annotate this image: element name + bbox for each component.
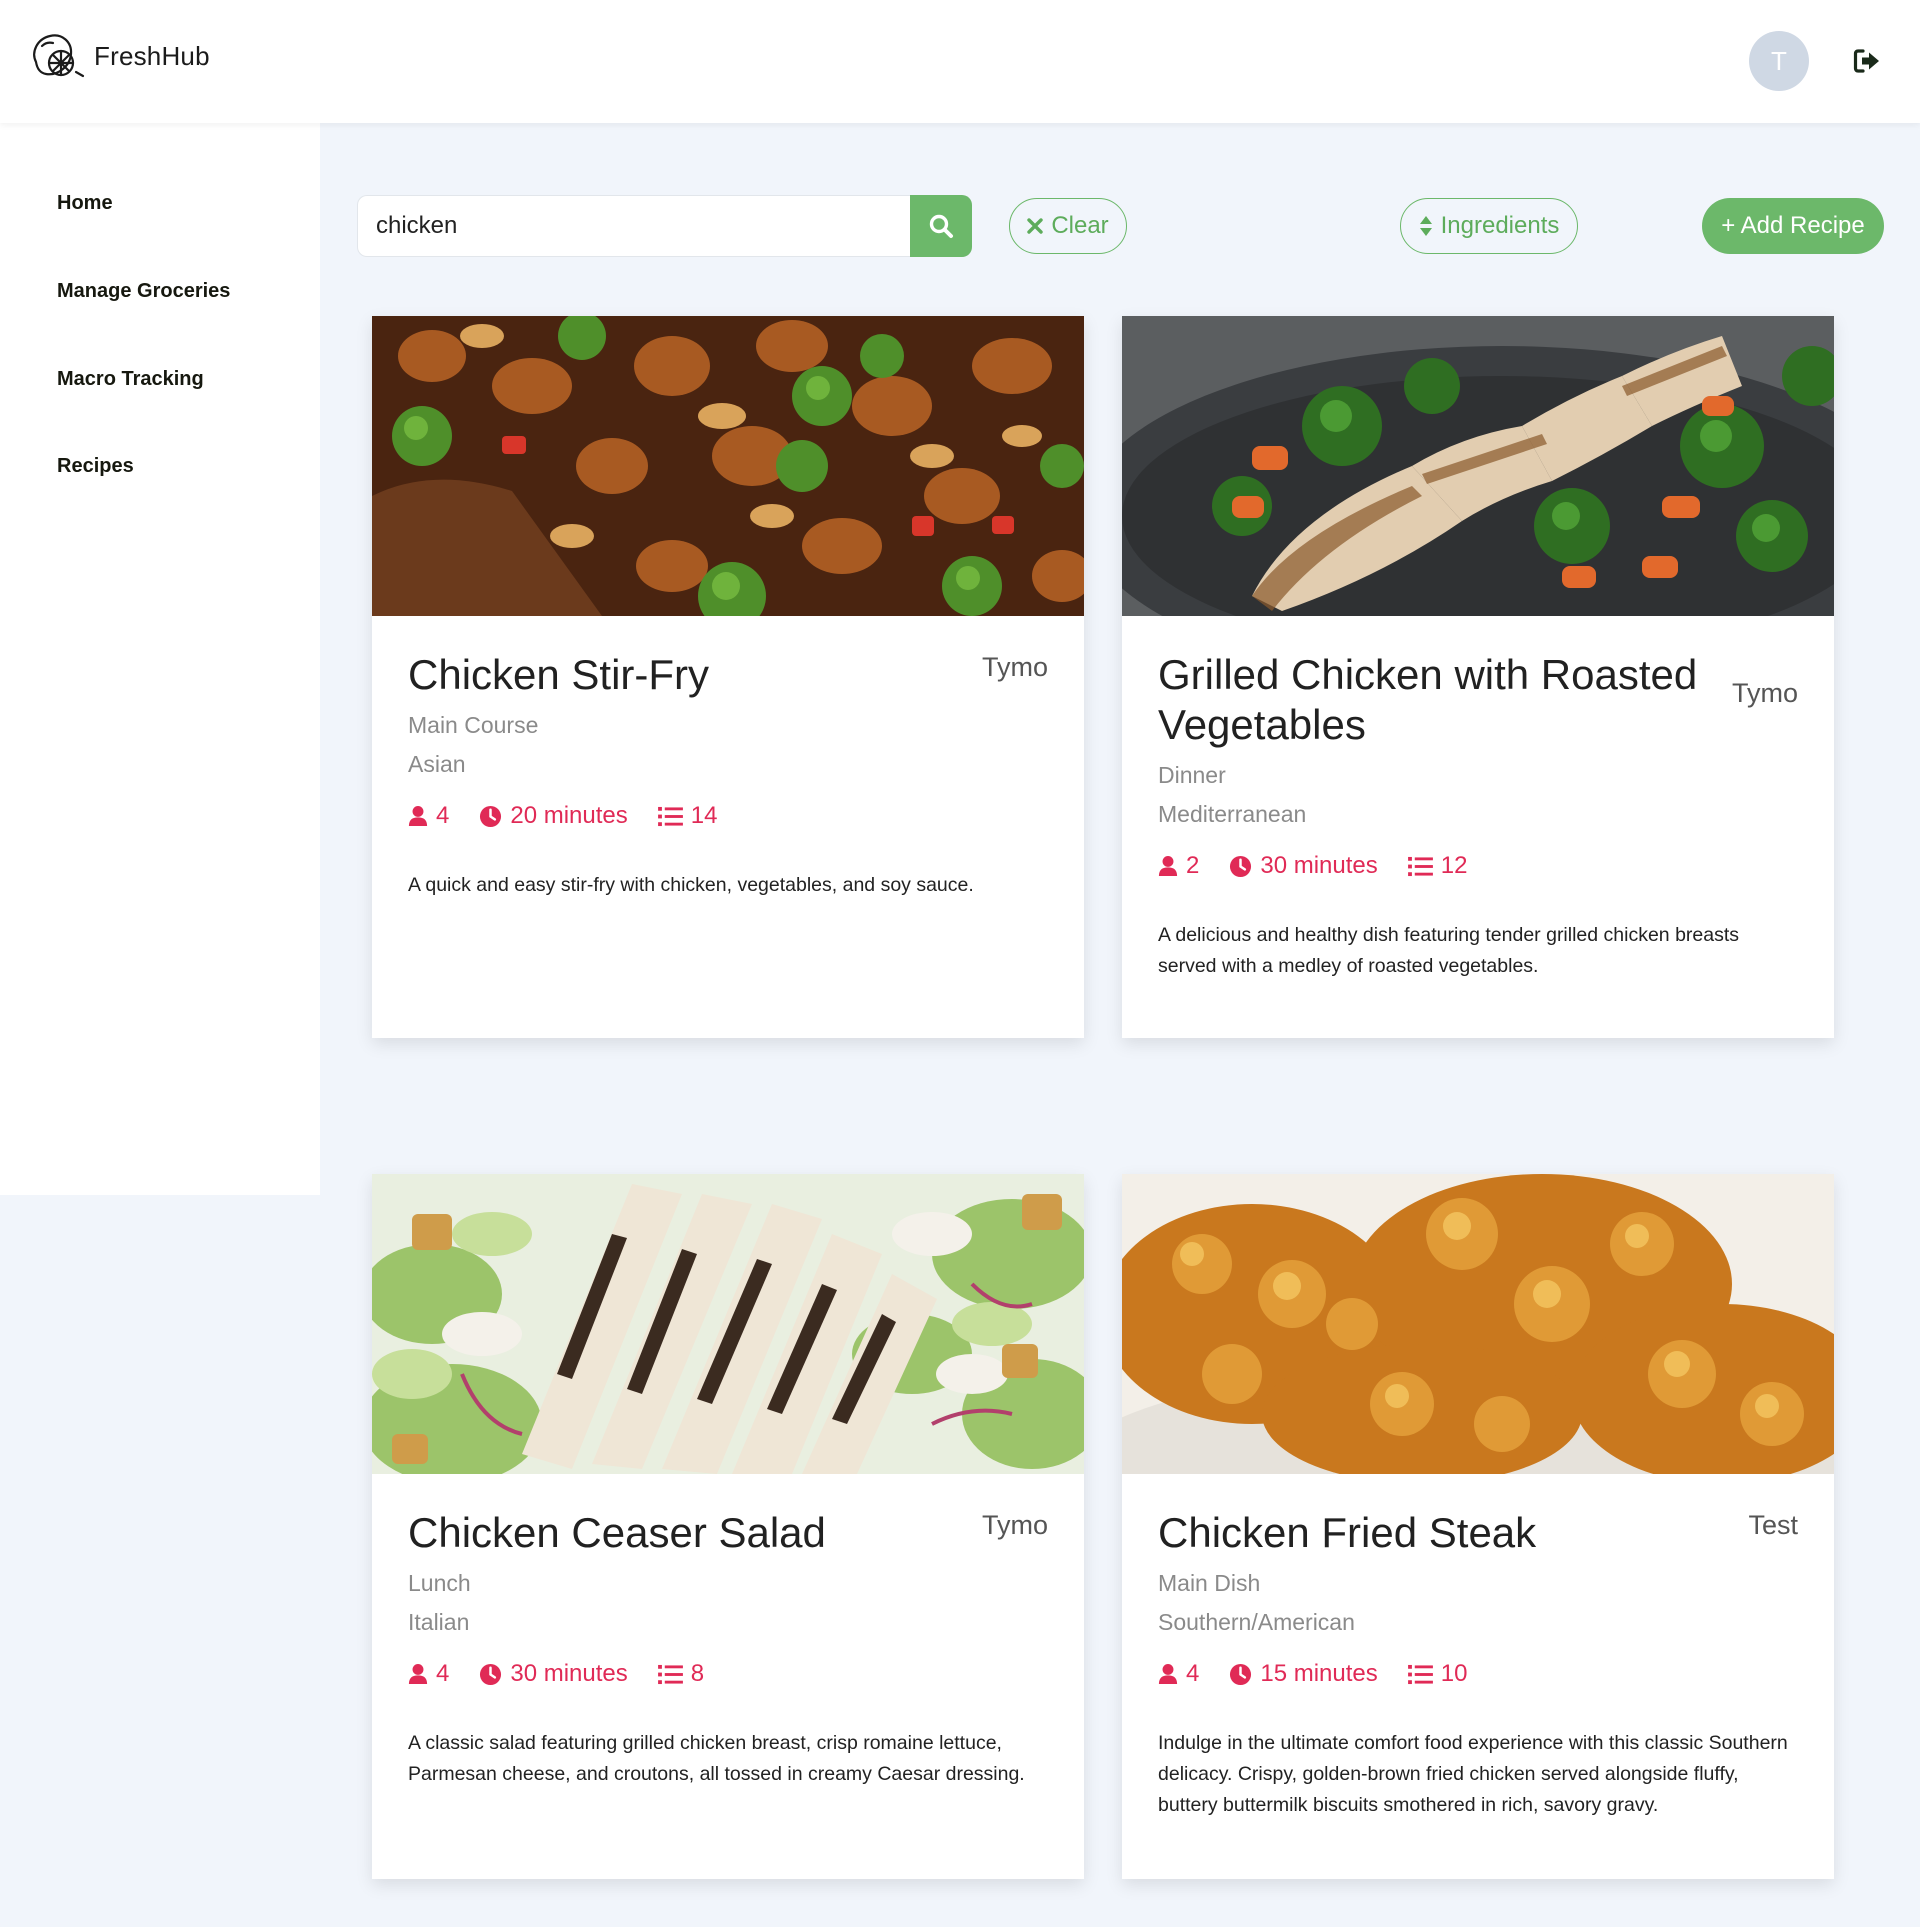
app-header: FreshHub T [0,0,1920,123]
recipe-card-body: Tymo Chicken Ceaser Salad Lunch Italian … [372,1474,1084,1790]
add-recipe-button[interactable]: + Add Recipe [1702,198,1884,254]
clock-icon [479,1663,502,1686]
recipe-stats: 4 30 minutes 8 [408,1660,1048,1688]
servings-value: 2 [1186,852,1200,879]
recipe-stats: 4 20 minutes 14 [408,802,1048,830]
servings-stat: 4 [408,802,449,830]
app-name: FreshHub [94,40,210,71]
recipe-author: Tymo [1731,678,1798,708]
ingredients-stat: 12 [1408,852,1468,880]
recipe-card-body: Tymo Chicken Stir-Fry Main Course Asian … [372,616,1084,901]
sidebar-item-manage-groceries[interactable]: Manage Groceries [57,280,230,303]
recipe-description: A quick and easy stir-fry with chicken, … [408,874,974,896]
time-value: 20 minutes [510,802,628,829]
servings-stat: 4 [1158,1660,1199,1688]
time-stat: 20 minutes [479,802,628,830]
recipe-description: A classic salad featuring grilled chicke… [408,1732,1025,1785]
recipe-author: Tymo [981,652,1048,682]
servings-value: 4 [436,1660,450,1687]
sort-icon [1419,216,1432,236]
recipe-category: Dinner [1158,762,1226,788]
ingredients-value: 8 [690,1660,705,1687]
time-stat: 30 minutes [1229,852,1378,880]
recipe-stats: 2 30 minutes 12 [1158,852,1798,880]
clock-icon [1229,1663,1252,1686]
time-value: 30 minutes [510,1660,628,1687]
recipe-category: Lunch [408,1570,471,1596]
user-icon [408,805,428,827]
recipe-author: Tymo [981,1510,1048,1540]
recipe-title: Chicken Stir-Fry [408,651,710,698]
recipe-image [372,316,1084,616]
list-icon [658,806,683,827]
recipe-image [1122,1174,1834,1474]
sign-out-icon[interactable] [1853,48,1881,74]
ingredients-stat: 8 [658,1660,704,1688]
recipe-card[interactable]: Test Chicken Fried Steak Main Dish South… [1122,1174,1834,1879]
recipe-card-body: Test Chicken Fried Steak Main Dish South… [1122,1474,1834,1821]
search-icon [929,214,953,238]
sidebar-item-home[interactable]: Home [57,192,113,215]
search-input[interactable] [357,195,911,257]
recipe-category: Main Dish [1158,1570,1261,1596]
ingredients-stat: 10 [1408,1660,1468,1688]
search-button[interactable] [910,195,972,257]
time-stat: 15 minutes [1229,1660,1378,1688]
list-icon [1408,1664,1433,1685]
sidebar: Home Manage Groceries Macro Tracking Rec… [0,123,320,1195]
recipe-category: Main Course [408,712,539,738]
recipe-cuisine: Asian [408,751,466,777]
recipe-cuisine: Italian [408,1609,470,1635]
recipe-cuisine: Mediterranean [1158,801,1307,827]
servings-stat: 4 [408,1660,449,1688]
recipe-card[interactable]: Tymo Grilled Chicken with Roasted Vegeta… [1122,316,1834,1038]
close-icon [1027,218,1044,234]
clock-icon [479,805,502,828]
recipe-meta: Lunch Italian [408,1564,1048,1642]
recipe-meta: Main Course Asian [408,706,1048,784]
recipe-search-bar [357,195,972,257]
time-stat: 30 minutes [479,1660,628,1688]
recipe-title: Grilled Chicken with Roasted Vegetables [1158,651,1698,748]
recipe-description: Indulge in the ultimate comfort food exp… [1158,1732,1788,1816]
recipe-stats: 4 15 minutes 10 [1158,1660,1798,1688]
recipe-title: Chicken Fried Steak [1158,1509,1537,1556]
recipe-card[interactable]: Tymo Chicken Stir-Fry Main Course Asian … [372,316,1084,1038]
clear-button-label: Clear [1051,212,1109,239]
recipe-description: A delicious and healthy dish featuring t… [1158,924,1740,977]
ingredients-stat: 14 [658,802,718,830]
clock-icon [1229,855,1252,878]
recipe-meta: Main Dish Southern/American [1158,1564,1798,1642]
recipe-image [372,1174,1084,1474]
ingredients-button-label: Ingredients [1440,212,1560,239]
recipe-card[interactable]: Tymo Chicken Ceaser Salad Lunch Italian … [372,1174,1084,1879]
servings-value: 4 [436,802,450,829]
recipe-cuisine: Southern/American [1158,1609,1355,1635]
user-icon [408,1663,428,1685]
clear-button[interactable]: Clear [1009,198,1127,254]
ingredients-value: 14 [690,802,718,829]
app-logo[interactable]: FreshHub [28,32,210,80]
recipe-title: Chicken Ceaser Salad [408,1509,826,1556]
recipe-image [1122,316,1834,616]
user-icon [1158,855,1178,877]
ingredients-sort-button[interactable]: Ingredients [1400,198,1578,254]
user-icon [1158,1663,1178,1685]
sidebar-item-macro-tracking[interactable]: Macro Tracking [57,368,204,391]
lemon-logo-icon [33,34,85,78]
servings-stat: 2 [1158,852,1199,880]
recipe-author: Test [1748,1510,1798,1540]
sidebar-item-recipes[interactable]: Recipes [57,455,134,478]
list-icon [658,1664,683,1685]
ingredients-value: 10 [1440,1660,1468,1687]
user-avatar[interactable]: T [1749,31,1809,91]
list-icon [1408,856,1433,877]
servings-value: 4 [1186,1660,1200,1687]
time-value: 15 minutes [1260,1660,1378,1687]
ingredients-value: 12 [1440,852,1468,879]
recipe-card-body: Tymo Grilled Chicken with Roasted Vegeta… [1122,616,1834,982]
time-value: 30 minutes [1260,852,1378,879]
recipe-meta: Dinner Mediterranean [1158,756,1798,834]
